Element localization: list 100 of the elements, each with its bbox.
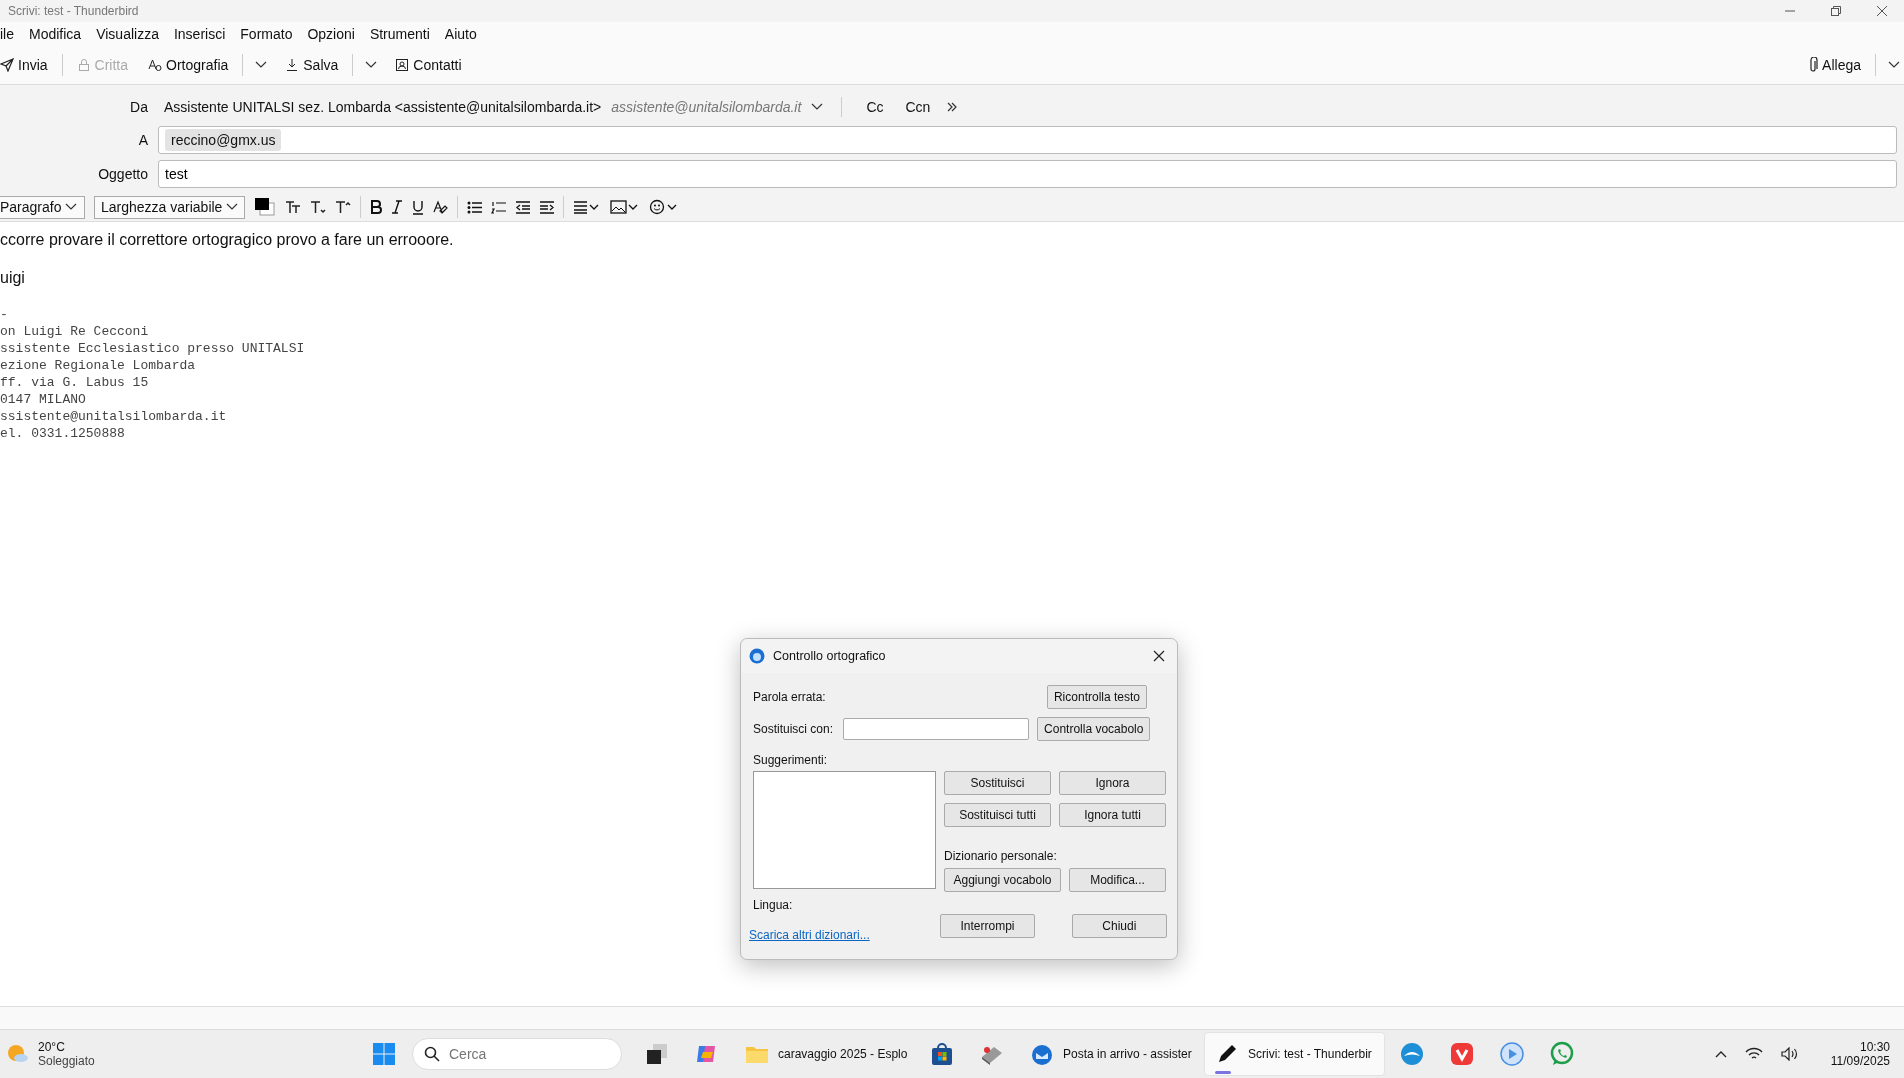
- recipient-field[interactable]: reccino@gmx.us: [158, 126, 1897, 154]
- bcc-button[interactable]: Ccn: [905, 99, 931, 115]
- suggestions-list[interactable]: [753, 771, 936, 889]
- speaker-icon[interactable]: [1780, 1047, 1799, 1061]
- download-icon: [285, 58, 300, 72]
- paperclip-icon: [1808, 57, 1819, 73]
- clock-date[interactable]: 11/09/2025: [1830, 1054, 1890, 1068]
- bullet-list-icon[interactable]: [467, 200, 483, 214]
- caret-icon[interactable]: [255, 61, 268, 69]
- larger-text-icon[interactable]: [335, 200, 352, 214]
- clock-time[interactable]: 10:30: [1859, 1040, 1890, 1054]
- app-label: Posta in arrivo - assister: [1063, 1047, 1193, 1061]
- chat-icon: [1549, 1041, 1575, 1067]
- signature-line: ssistente@unitalsilombarda.it: [0, 408, 228, 425]
- caret-icon: [226, 203, 239, 211]
- signature-line: el. 0331.1250888: [0, 425, 126, 442]
- body-text: ccorre provare il correttore ortogragico provo a fare un errooore.: [0, 230, 455, 250]
- start-icon[interactable]: [372, 1042, 396, 1066]
- toolbar-button[interactable]: Contatti: [389, 53, 468, 77]
- wifi-icon[interactable]: [1744, 1047, 1763, 1061]
- stop-button[interactable]: Interrompi: [940, 914, 1035, 938]
- font-size-icon[interactable]: [285, 200, 302, 214]
- caret-icon[interactable]: [811, 103, 824, 111]
- field-label: Oggetto: [97, 166, 148, 182]
- close-button[interactable]: Chiudi: [1071, 914, 1167, 938]
- signature-line: ssistente Ecclesiastico presso UNITALSI: [0, 340, 306, 357]
- edit-button[interactable]: Modifica...: [1069, 868, 1166, 892]
- underline-icon[interactable]: [412, 199, 425, 215]
- ignore-all-button[interactable]: Ignora tutti: [1059, 803, 1166, 827]
- signature-line: -: [0, 306, 9, 323]
- lock-icon: [76, 58, 91, 72]
- chevron-up-icon[interactable]: [1714, 1050, 1727, 1058]
- sender-value: Assistente UNITALSI sez. Lombarda <assistente@unitalsilombarda.it>: [164, 99, 602, 115]
- attach-button[interactable]: Allega: [1802, 53, 1867, 77]
- clear-format-icon[interactable]: [433, 200, 449, 214]
- download-dictionaries-link[interactable]: Scarica altri dizionari...: [749, 928, 933, 942]
- bird-icon: [1399, 1041, 1425, 1067]
- paragraph-dropdown[interactable]: Paragrafo: [0, 195, 85, 219]
- menu-item[interactable]: Visualizza: [96, 26, 159, 42]
- temperature: 20°C: [38, 1040, 66, 1054]
- browser-icon: [1449, 1041, 1475, 1067]
- language-label: Lingua:: [753, 898, 794, 912]
- ignore-button[interactable]: Ignora: [1059, 771, 1166, 795]
- recheck-button[interactable]: Ricontrolla testo: [1046, 685, 1147, 709]
- replace-label: Sostituisci con:: [753, 722, 834, 736]
- signature-line: 0147 MILANO: [0, 391, 87, 408]
- menu-item[interactable]: Formato: [240, 26, 293, 42]
- numbered-list-icon[interactable]: [491, 200, 507, 214]
- toolbar-button[interactable]: Ortografia: [142, 53, 235, 77]
- smaller-text-icon[interactable]: [310, 200, 327, 214]
- replace-button[interactable]: Sostituisci: [944, 771, 1051, 795]
- recipient-pill[interactable]: reccino@gmx.us: [165, 129, 282, 151]
- indent-icon[interactable]: [539, 200, 555, 214]
- text-color-icon[interactable]: [254, 197, 277, 217]
- send-icon: [0, 58, 14, 72]
- app-label: caravaggio 2025 - Esplo: [778, 1047, 909, 1061]
- dialog-title: Controllo ortografico: [773, 649, 886, 663]
- dictionary-label: Dizionario personale:: [944, 849, 1058, 863]
- search-field[interactable]: Cerca: [412, 1038, 622, 1070]
- signature-line: ezione Regionale Lombarda: [0, 357, 197, 374]
- close-icon[interactable]: [1153, 650, 1165, 662]
- toolbar-button[interactable]: Invia: [0, 53, 54, 77]
- caret-icon[interactable]: [365, 61, 378, 69]
- close-icon[interactable]: [1876, 5, 1888, 17]
- taskbar-app[interactable]: caravaggio 2025 - Esplo: [734, 1032, 915, 1076]
- identity-value: assistente@unitalsilombarda.it: [611, 99, 802, 115]
- menu-item[interactable]: Modifica: [29, 26, 82, 42]
- font-dropdown[interactable]: Larghezza variabile: [94, 195, 246, 219]
- add-word-button[interactable]: Aggiungi vocabolo: [944, 868, 1061, 892]
- check-word-button[interactable]: Controlla vocabolo: [1037, 717, 1151, 741]
- store-icon: [929, 1041, 955, 1067]
- suggestions-label: Suggerimenti:: [753, 753, 829, 767]
- replace-field[interactable]: [843, 718, 1030, 740]
- field-label: A: [137, 132, 148, 148]
- menu-item[interactable]: Opzioni: [307, 26, 355, 42]
- spellcheck-icon: [148, 58, 163, 72]
- replace-all-button[interactable]: Sostituisci tutti: [944, 803, 1051, 827]
- restore-icon[interactable]: [1830, 5, 1842, 17]
- menu-item[interactable]: ile: [0, 26, 14, 42]
- taskbar-app[interactable]: Scrivi: test - Thunderbir: [1204, 1032, 1385, 1076]
- signature-line: on Luigi Re Cecconi: [0, 323, 150, 340]
- cc-button[interactable]: Cc: [866, 99, 884, 115]
- double-chevron-icon[interactable]: [946, 101, 959, 113]
- menu-item[interactable]: Strumenti: [369, 26, 430, 42]
- app-logo-icon: [749, 648, 765, 664]
- menu-item[interactable]: Aiuto: [444, 26, 477, 42]
- weather-condition: Soleggiato: [38, 1054, 95, 1068]
- signature-line: ff. via G. Labus 15: [0, 374, 150, 391]
- taskbar-app[interactable]: Posta in arrivo - assister: [1019, 1032, 1200, 1076]
- menu-item[interactable]: Inserisci: [173, 26, 226, 42]
- window-title: Scrivi: test - Thunderbird: [8, 4, 139, 18]
- task-view-icon: [644, 1041, 670, 1067]
- outdent-icon[interactable]: [515, 200, 531, 214]
- misspelled-label: Parola errata:: [753, 690, 826, 704]
- play-icon: [1499, 1041, 1525, 1067]
- subject-field[interactable]: test: [158, 160, 1897, 188]
- caret-icon[interactable]: [1888, 61, 1900, 69]
- bold-icon[interactable]: [370, 200, 383, 214]
- italic-icon[interactable]: [391, 200, 404, 214]
- toolbar-button[interactable]: Salva: [279, 53, 345, 77]
